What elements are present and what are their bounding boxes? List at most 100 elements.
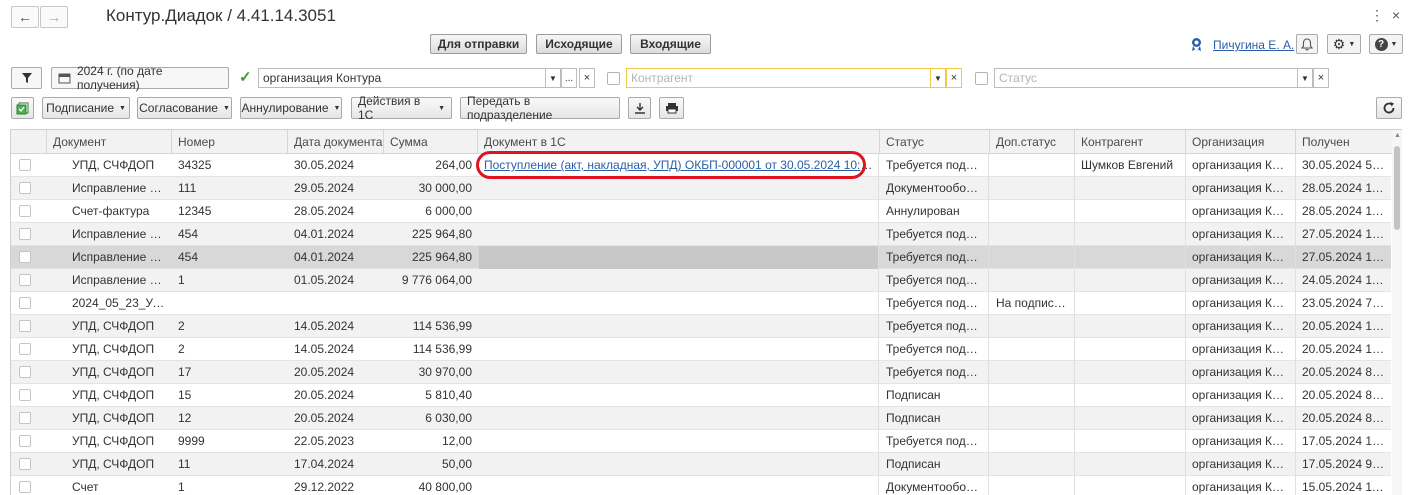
row-checkbox[interactable] [19,297,31,309]
table-row[interactable]: Счет-фактура 12345 28.05.2024 6 000,00 Аннул… [11,200,1391,223]
cell-sum: 12,00 [441,434,472,448]
document-1c-link[interactable]: Поступление (акт, накладная, УПД) ОКБП-0… [484,158,878,172]
table-row[interactable]: УПД, СЧФДОП 11 17.04.2024 50,00 Подписан орга… [11,453,1391,476]
column-header-select[interactable] [11,130,47,154]
counterparty-checkbox[interactable] [607,72,620,85]
window-title: Контур.Диадок / 4.41.14.3051 [106,6,336,25]
notifications-button[interactable] [1296,34,1318,54]
table-header: Документ Номер Дата документа Сумма Доку… [11,130,1401,154]
cancellation-menu-button[interactable]: Аннулирование ▼ [240,97,342,119]
row-checkbox[interactable] [19,205,31,217]
cell-num: 2 [178,319,185,333]
forward-arrow-icon: → [47,9,61,25]
cell-doc1c [479,453,879,476]
status-dropdown[interactable]: ▼ [1297,68,1313,88]
organization-field[interactable]: организация Контура [258,68,546,88]
cell-date: 17.04.2024 [294,457,355,471]
back-button[interactable]: ← [11,6,39,28]
table-row[interactable]: УПД, СЧФДОП 2 14.05.2024 114 536,99 Требуетс… [11,338,1391,361]
row-checkbox[interactable] [19,320,31,332]
forward-button[interactable]: → [40,6,68,28]
actions-1c-menu-button[interactable]: Действия в 1С ▼ [351,94,452,122]
cell-counterparty [1076,361,1186,384]
table-row[interactable]: Исправление У… 1 01.05.2024 9 776 064,00 Тре… [11,269,1391,292]
cell-received: 20.05.2024 8:… [1302,365,1388,379]
download-button[interactable] [628,97,651,119]
cell-sum: 225 964,80 [411,227,472,241]
column-header-date[interactable]: Дата документа [288,130,384,154]
organization-dropdown[interactable]: ▼ [545,68,561,88]
more-icon[interactable]: ⋮ [1370,7,1384,24]
column-header-status[interactable]: Статус [880,130,990,154]
tab-outgoing[interactable]: Исходящие [536,34,622,54]
column-header-organization[interactable]: Организация [1186,130,1296,154]
refresh-button[interactable] [1376,97,1402,119]
user-name-link[interactable]: Пичугина Е. А. [1213,38,1294,52]
row-checkbox[interactable] [19,412,31,424]
table-row[interactable]: УПД, СЧФДОП 17 20.05.2024 30 970,00 Требуетс… [11,361,1391,384]
table-row[interactable]: УПД, СЧФДОП 34325 30.05.2024 264,00 Поступле… [11,154,1391,177]
table-row[interactable]: Исправление сч… 111 29.05.2024 30 000,00 Док… [11,177,1391,200]
row-checkbox[interactable] [19,251,31,263]
period-button[interactable]: 2024 г. (по дате получения) [51,64,229,92]
cell-date [289,292,383,315]
tab-to-send[interactable]: Для отправки [430,34,527,54]
table-row[interactable]: Счет 1 29.12.2022 40 800,00 Документооборо… о… [11,476,1391,495]
table-row[interactable]: 2024_05_23_Ув… Требуется подпись На подпис… [11,292,1391,315]
row-checkbox[interactable] [19,481,31,493]
tab-incoming[interactable]: Входящие [630,34,711,54]
help-button[interactable]: ? ▼ [1369,34,1403,54]
cell-doc1c [479,476,879,495]
row-checkbox[interactable] [19,458,31,470]
close-icon[interactable]: × [1392,7,1400,23]
table-row[interactable]: УПД, СЧФДОП 15 20.05.2024 5 810,40 Подписан о… [11,384,1391,407]
chevron-down-icon: ▼ [119,104,126,112]
row-checkbox[interactable] [19,228,31,240]
row-checkbox[interactable] [19,182,31,194]
counterparty-field[interactable]: Контрагент [626,68,931,88]
settings-button[interactable]: ⚙ ▼ [1327,34,1361,54]
table-row[interactable]: УПД, СЧФДОП 2 14.05.2024 114 536,99 Требуетс… [11,315,1391,338]
status-clear[interactable]: × [1313,68,1329,88]
column-header-document[interactable]: Документ [47,130,172,154]
organization-checkbox[interactable]: ✓ [239,68,252,86]
scroll-up-icon[interactable]: ▲ [1394,132,1401,139]
row-checkbox[interactable] [19,366,31,378]
cancellation-label: Аннулирование [241,101,329,115]
signing-menu-button[interactable]: Подписание ▼ [42,97,130,119]
cell-status: Подписан [881,453,989,476]
status-checkbox[interactable] [975,72,988,85]
row-checkbox[interactable] [19,274,31,286]
table-row[interactable]: УПД, СЧФДОП 9999 22.05.2023 12,00 Требуется … [11,430,1391,453]
table-row[interactable]: Исправление У… 454 04.01.2024 225 964,80 Тре… [11,223,1391,246]
counterparty-clear[interactable]: × [946,68,962,88]
mark-all-button[interactable] [11,97,34,119]
column-header-received[interactable]: Получен [1296,130,1393,154]
table-row[interactable]: УПД, СЧФДОП 12 20.05.2024 6 030,00 Подписан о… [11,407,1391,430]
status-field[interactable]: Статус [994,68,1298,88]
counterparty-dropdown[interactable]: ▼ [930,68,946,88]
row-checkbox[interactable] [19,159,31,171]
cell-received: 27.05.2024 10… [1302,227,1391,241]
row-checkbox[interactable] [19,343,31,355]
cell-status: Требуется подпись [881,154,989,177]
cell-status: Требуется подпись [881,269,989,292]
row-checkbox[interactable] [19,435,31,447]
signing-label: Подписание [46,101,114,115]
print-button[interactable] [659,97,684,119]
column-header-document-1c[interactable]: Документ в 1С [478,130,880,154]
organization-clear[interactable]: × [579,68,595,88]
table-row[interactable]: Исправление У… 454 04.01.2024 225 964,80 Тре… [11,246,1391,269]
transfer-button[interactable]: Передать в подразделение [460,94,620,122]
column-header-sum[interactable]: Сумма [384,130,478,154]
column-header-number[interactable]: Номер [172,130,288,154]
cell-org: организация Кон… [1187,154,1296,177]
organization-select-button[interactable]: ... [561,68,577,88]
column-header-counterparty[interactable]: Контрагент [1075,130,1186,154]
approval-menu-button[interactable]: Согласование ▼ [137,97,232,119]
row-checkbox[interactable] [19,389,31,401]
scrollbar-thumb[interactable] [1394,146,1400,230]
filter-button[interactable] [11,67,42,89]
cell-sum: 5 810,40 [425,388,472,402]
column-header-extra-status[interactable]: Доп.статус [990,130,1075,154]
